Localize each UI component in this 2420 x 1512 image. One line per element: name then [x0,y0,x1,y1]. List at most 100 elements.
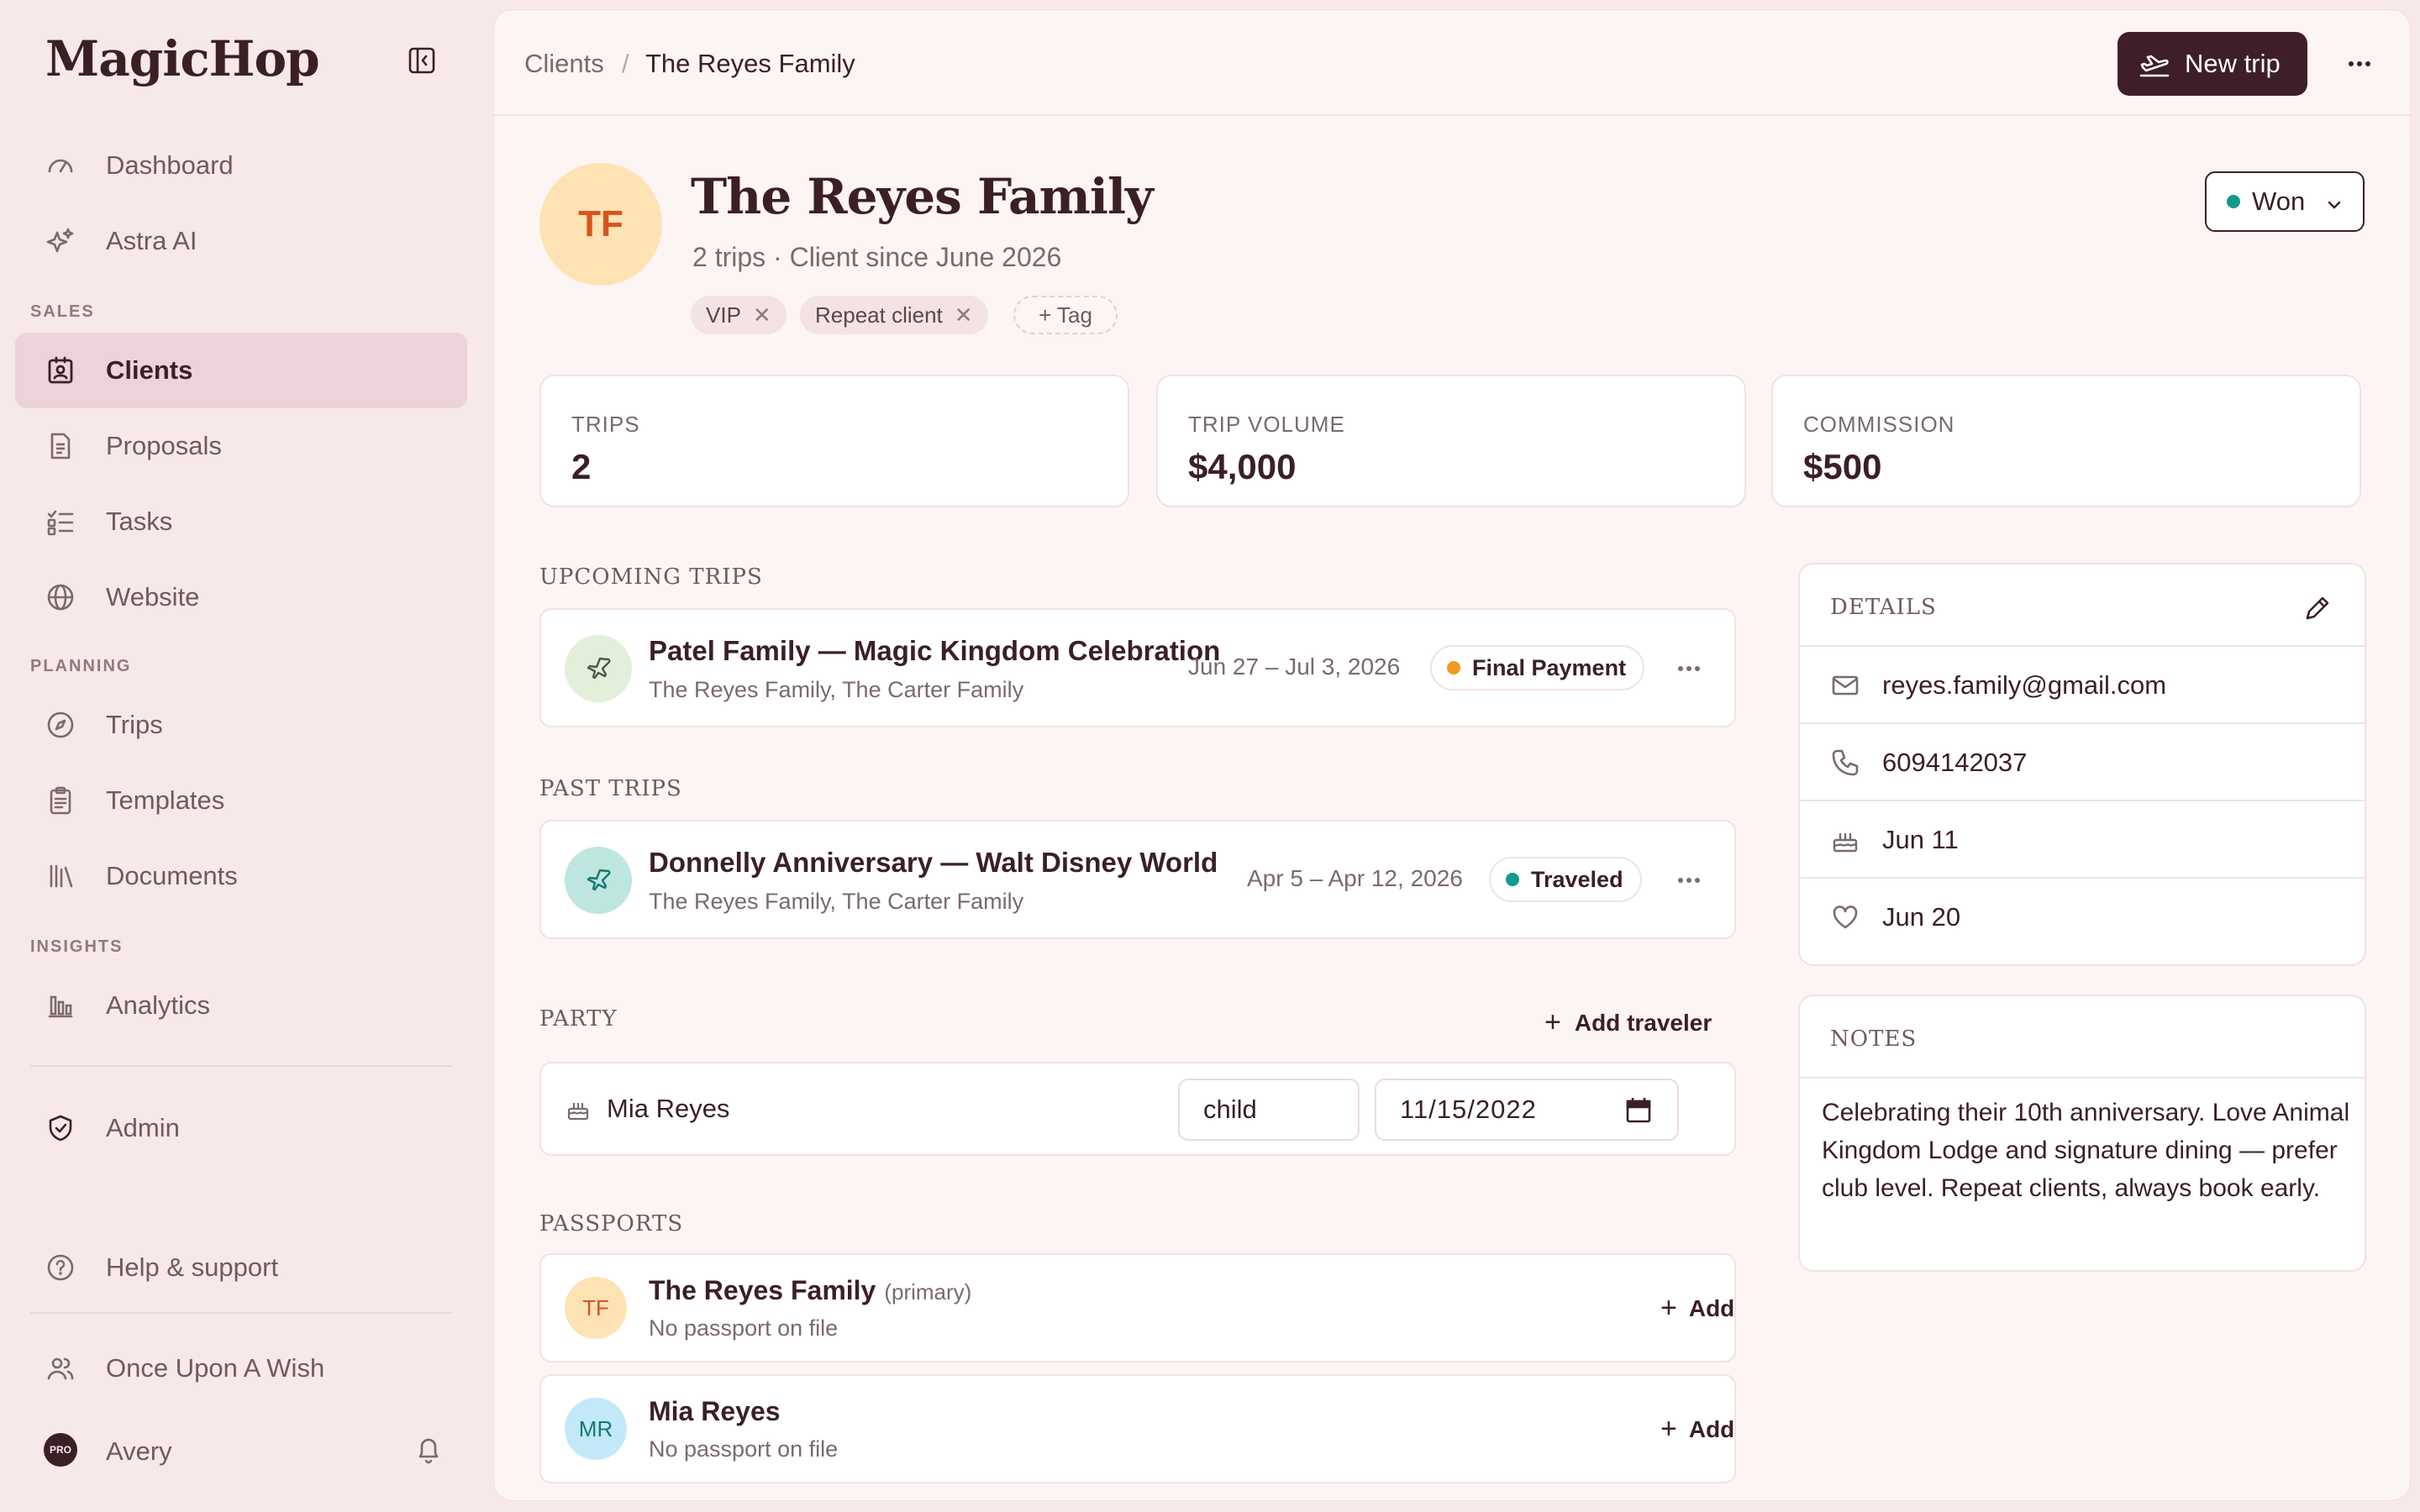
sidebar-item-help[interactable]: Help & support [15,1230,467,1305]
compass-icon [44,708,77,742]
trip-title[interactable]: Donnelly Anniversary — Walt Disney World [649,847,1218,879]
detail-row-anniversary[interactable]: Jun 20 [1800,877,2365,954]
user-avatar[interactable]: PRO [44,1433,77,1467]
plane-icon [565,635,632,702]
add-traveler-button[interactable]: + Add traveler [1544,1006,1712,1039]
add-tag-button[interactable]: + Tag [1013,296,1118,334]
remove-tag-icon[interactable]: ✕ [955,302,973,328]
tag-chip[interactable]: VIP ✕ [691,296,786,334]
stat-label: COMMISSION [1803,412,1955,437]
plus-icon: + [1660,1413,1677,1445]
primary-note: (primary) [884,1279,972,1305]
sidebar-item-admin[interactable]: Admin [15,1090,467,1166]
gauge-icon [44,149,77,182]
more-options-icon[interactable] [2343,47,2376,81]
more-options-icon[interactable] [1672,864,1706,897]
section-label-planning: PLANNING [30,657,132,675]
new-trip-label: New trip [2185,49,2281,78]
details-panel: DETAILS reyes.family@gmail.com 609414203… [1798,563,2366,966]
sparkles-icon [44,224,77,258]
status-dropdown[interactable]: Won [2205,171,2365,232]
date-of-birth-input[interactable]: 11/15/2022 [1375,1079,1679,1141]
sidebar-item-label: Once Upon A Wish [106,1353,325,1383]
client-name: The Reyes Family [691,168,1154,225]
passport-status: No passport on file [649,1315,839,1341]
plane-icon [565,847,632,914]
app-logo[interactable]: MagicHop [45,30,320,87]
bell-icon[interactable] [412,1433,445,1467]
cake-icon [1830,825,1860,855]
sidebar-item-organization[interactable]: Once Upon A Wish [15,1331,467,1406]
document-icon [44,429,77,463]
trip-card[interactable]: Donnelly Anniversary — Walt Disney World… [539,820,1736,939]
sidebar-item-label: Analytics [106,990,211,1020]
passport-row: TF The Reyes Family (primary) No passport… [539,1253,1736,1362]
calendar-icon[interactable] [1623,1095,1654,1126]
birthday-value: Jun 11 [1882,825,1959,854]
detail-row-email[interactable]: reyes.family@gmail.com [1800,645,2365,722]
party-heading: PARTY [539,1006,618,1032]
passport-holder-name: The Reyes Family (primary) [649,1275,971,1306]
sidebar-item-proposals[interactable]: Proposals [15,408,467,484]
traveler-type-input[interactable]: child [1178,1079,1360,1141]
stat-value: 2 [571,447,592,486]
trip-dates: Jun 27 – Jul 3, 2026 [1188,654,1401,680]
sidebar-item-dashboard[interactable]: Dashboard [15,128,467,203]
add-passport-button[interactable]: + Add [1660,1292,1734,1325]
sidebar-item-templates[interactable]: Templates [15,763,467,838]
trip-title[interactable]: Patel Family — Magic Kingdom Celebration [649,635,1220,667]
plane-takeoff-icon [2138,47,2171,81]
stat-value: $4,000 [1188,447,1297,486]
avatar: MR [565,1398,627,1460]
cake-icon [565,1095,592,1126]
pencil-icon[interactable] [2301,591,2334,625]
notes-heading: NOTES [1830,1026,1918,1052]
past-trips-heading: PAST TRIPS [539,776,682,801]
sidebar-item-clients[interactable]: Clients [15,333,467,408]
help-circle-icon [44,1251,77,1284]
user-name[interactable]: Avery [106,1436,172,1467]
new-trip-button[interactable]: New trip [2118,32,2307,96]
remove-tag-icon[interactable]: ✕ [753,302,771,328]
detail-row-birthday[interactable]: Jun 11 [1800,800,2365,877]
stat-card-trip-volume: TRIP VOLUME $4,000 [1156,375,1746,507]
notes-text[interactable]: Celebrating their 10th anniversary. Love… [1822,1094,2351,1207]
sidebar: MagicHop Dashboard Astra AI SALES Client… [0,0,494,1512]
sidebar-item-analytics[interactable]: Analytics [15,968,467,1043]
sidebar-divider [30,1065,452,1067]
phone-icon [1830,748,1860,778]
sidebar-item-trips[interactable]: Trips [15,687,467,763]
breadcrumb-clients[interactable]: Clients [524,49,604,79]
sidebar-collapse-icon[interactable] [405,44,439,77]
bar-chart-icon [44,989,77,1022]
sidebar-item-label: Proposals [106,431,222,460]
passport-status: No passport on file [649,1436,839,1462]
more-options-icon[interactable] [1672,652,1706,685]
sidebar-item-astra-ai[interactable]: Astra AI [15,203,467,279]
tag-label: Repeat client [815,302,943,328]
detail-row-phone[interactable]: 6094142037 [1800,722,2365,800]
notes-panel[interactable]: NOTES Celebrating their 10th anniversary… [1798,995,2366,1272]
breadcrumb-current: The Reyes Family [645,49,855,78]
sidebar-item-label: Templates [106,785,225,815]
party-member-name[interactable]: Mia Reyes [607,1094,729,1124]
tag-chip[interactable]: Repeat client ✕ [800,296,988,334]
trip-travelers: The Reyes Family, The Carter Family [649,677,1024,702]
sidebar-item-website[interactable]: Website [15,559,467,635]
trip-card[interactable]: Patel Family — Magic Kingdom Celebration… [539,608,1736,727]
status-label: Won [2252,186,2306,216]
avatar: TF [565,1277,627,1339]
shield-check-icon [44,1111,77,1145]
stat-card-trips: TRIPS 2 [539,375,1129,507]
trip-dates: Apr 5 – Apr 12, 2026 [1247,865,1463,891]
status-label: Traveled [1531,866,1623,892]
section-label-sales: SALES [30,302,95,321]
add-passport-button[interactable]: + Add [1660,1413,1734,1446]
sidebar-item-documents[interactable]: Documents [15,838,467,914]
sidebar-item-label: Website [106,582,200,612]
sidebar-item-tasks[interactable]: Tasks [15,484,467,559]
status-dot [1506,873,1519,886]
chevron-down-icon [2324,192,2344,212]
client-subtitle: 2 trips · Client since June 2026 [692,242,1062,272]
tag-label: VIP [706,302,741,328]
